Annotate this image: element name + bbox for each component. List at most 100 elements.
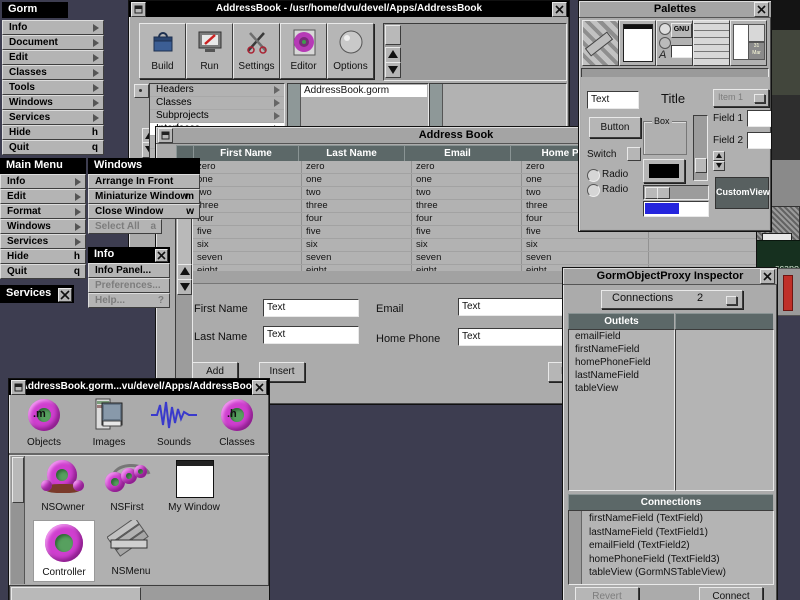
- palette-stepper[interactable]: [713, 151, 725, 169]
- tab-sounds[interactable]: Sounds: [144, 397, 204, 453]
- menu-item[interactable]: Arrange In Front: [88, 174, 200, 189]
- outlet-item[interactable]: tableView: [569, 382, 674, 395]
- windows-menu-title[interactable]: Windows: [88, 158, 200, 174]
- menu-item[interactable]: Tools: [2, 80, 104, 95]
- miniaturize-button[interactable]: [11, 380, 26, 395]
- palettes-titlebar[interactable]: Palettes: [579, 1, 771, 18]
- close-button[interactable]: [252, 380, 267, 395]
- scroll-down-button[interactable]: [177, 279, 192, 295]
- miniaturize-button[interactable]: [131, 2, 146, 17]
- menu-item[interactable]: Windows: [2, 95, 104, 110]
- menu-item[interactable]: Hide h: [2, 125, 104, 140]
- settings-button[interactable]: Settings: [233, 23, 280, 79]
- scroll-down-button[interactable]: [385, 62, 401, 78]
- outlet-item[interactable]: firstNameField: [569, 343, 674, 356]
- object-nsmenu[interactable]: NSMenu: [101, 520, 161, 580]
- palette-box[interactable]: Box: [643, 121, 687, 155]
- scrollbar-knob[interactable]: [385, 25, 401, 45]
- first-name-field[interactable]: Text: [263, 299, 359, 317]
- menu-item[interactable]: Select All a: [88, 219, 162, 234]
- outlet-item[interactable]: emailField: [569, 330, 674, 343]
- menu-item[interactable]: Windows: [0, 219, 86, 234]
- palette-button[interactable]: Button: [589, 117, 641, 138]
- browser-item[interactable]: Classes: [150, 97, 284, 110]
- connection-item[interactable]: emailField (TextField2): [583, 539, 772, 553]
- object-controller[interactable]: Controller: [33, 520, 95, 582]
- editor-button[interactable]: Editor: [280, 23, 327, 79]
- controls-palette-tile[interactable]: GNU A: [656, 20, 693, 66]
- connect-button[interactable]: Connect: [699, 587, 763, 600]
- table-row[interactable]: six six six six: [193, 239, 756, 252]
- home-phone-field[interactable]: Text: [458, 328, 567, 346]
- slider-knob[interactable]: [695, 158, 707, 173]
- scroll-up-button[interactable]: [177, 264, 192, 280]
- menu-item[interactable]: Classes: [2, 65, 104, 80]
- menu-item[interactable]: Edit: [0, 189, 86, 204]
- palette-color-well[interactable]: [643, 159, 685, 183]
- miniaturize-button[interactable]: [158, 128, 173, 143]
- scroll-up-button[interactable]: [385, 47, 401, 63]
- palette-popup[interactable]: Item 1: [713, 89, 769, 107]
- menu-item[interactable]: Hide h: [0, 249, 86, 264]
- windows-palette-tile[interactable]: [619, 20, 656, 66]
- menu-item[interactable]: Help... ?: [88, 293, 170, 308]
- email-field[interactable]: Text: [458, 298, 567, 316]
- object-my-window[interactable]: My Window: [159, 460, 229, 516]
- close-button[interactable]: [754, 2, 769, 17]
- document-hscrollbar[interactable]: [9, 585, 270, 600]
- build-button[interactable]: Build: [139, 23, 186, 79]
- object-nsowner[interactable]: NSOwner: [33, 460, 93, 516]
- misc-palette-tile[interactable]: 31 Mar: [730, 20, 767, 66]
- browser-file-item[interactable]: AddressBook.gorm: [301, 85, 427, 97]
- last-name-field[interactable]: Text: [263, 326, 359, 344]
- connection-item[interactable]: homePhoneField (TextField3): [583, 553, 772, 567]
- palette-customview[interactable]: CustomView: [715, 177, 769, 209]
- slider-knob2[interactable]: [657, 187, 670, 199]
- tab-objects[interactable]: .m Objects: [14, 397, 74, 453]
- objects-scrollbar[interactable]: [11, 456, 25, 584]
- palette-field1[interactable]: [747, 110, 772, 127]
- menu-item[interactable]: Format: [0, 204, 86, 219]
- close-button[interactable]: [760, 269, 775, 284]
- menu-item[interactable]: Info: [2, 20, 104, 35]
- object-nsfirst[interactable]: NSFirst: [99, 460, 155, 516]
- services-menu-title-bar[interactable]: Services: [0, 285, 74, 303]
- outlet-item[interactable]: lastNameField: [569, 369, 674, 382]
- palette-radio2[interactable]: [587, 184, 600, 197]
- tab-images[interactable]: Images: [79, 397, 139, 453]
- palette-radio1[interactable]: [587, 169, 600, 182]
- browser-item[interactable]: Subprojects: [150, 110, 284, 123]
- menu-item[interactable]: Services: [2, 110, 104, 125]
- palette-field2[interactable]: [747, 132, 772, 149]
- connection-item[interactable]: tableView (GormNSTableView): [583, 566, 772, 580]
- connections-scroll-strip[interactable]: [569, 511, 582, 584]
- data-palette-tile[interactable]: [693, 20, 730, 66]
- menu-item[interactable]: Info: [0, 174, 86, 189]
- palette-horizontal-slider[interactable]: [643, 185, 709, 200]
- menu-item[interactable]: Close Window w: [88, 204, 200, 219]
- close-button[interactable]: [552, 2, 567, 17]
- browser-toggle-button[interactable]: [134, 84, 149, 98]
- table-row[interactable]: seven seven seven seven: [193, 252, 756, 265]
- revert-button[interactable]: Revert: [575, 587, 639, 600]
- menu-item[interactable]: Miniaturize Window m: [88, 189, 200, 204]
- inspector-popup[interactable]: Connections 2: [601, 290, 743, 309]
- connection-item[interactable]: lastNameField (TextField1): [583, 526, 772, 540]
- menu-item[interactable]: Edit: [2, 50, 104, 65]
- menu-item[interactable]: Info Panel...: [88, 263, 170, 278]
- menu-item[interactable]: Quit q: [0, 264, 86, 279]
- menu-item[interactable]: Services: [0, 234, 86, 249]
- options-button[interactable]: Options: [327, 23, 374, 79]
- palette-switch-checkbox[interactable]: [627, 147, 641, 161]
- main-menu-title[interactable]: Main Menu: [0, 158, 86, 174]
- outlet-item[interactable]: homePhoneField: [569, 356, 674, 369]
- scrollbar-knob[interactable]: [12, 457, 24, 503]
- menu-item[interactable]: Preferences...: [88, 278, 170, 293]
- browser-item[interactable]: Headers: [150, 84, 284, 97]
- document-titlebar[interactable]: AddressBook.gorm...vu/devel/Apps/Address…: [9, 379, 269, 395]
- close-icon[interactable]: [155, 249, 168, 262]
- scrollbar-knob[interactable]: [11, 587, 141, 600]
- palette-vertical-slider[interactable]: [693, 115, 708, 181]
- menus-palette-tile[interactable]: [582, 20, 619, 66]
- inspector-titlebar[interactable]: GormObjectProxy Inspector: [563, 268, 777, 285]
